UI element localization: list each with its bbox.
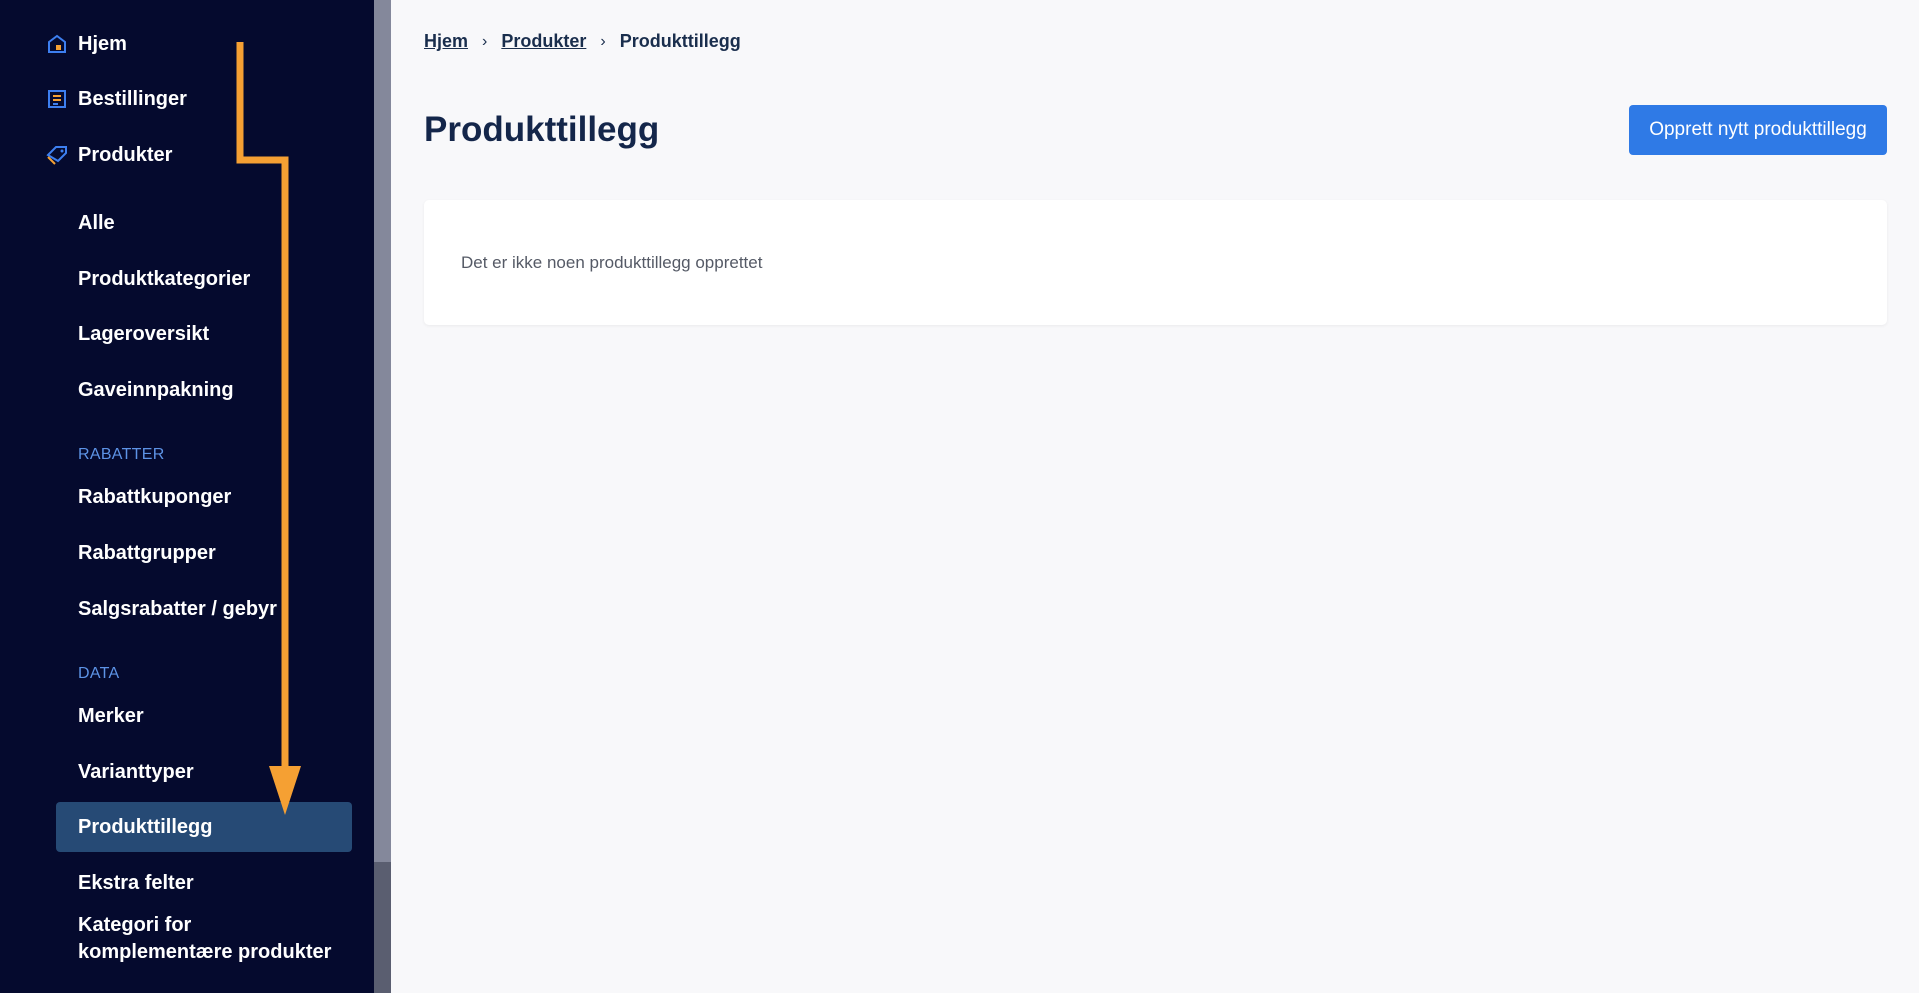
orders-icon [46,88,68,110]
nav-sub-discount-groups[interactable]: Rabattgrupper [56,528,352,578]
nav-sub-gift-wrapping[interactable]: Gaveinnpakning [56,365,352,415]
nav-item-products[interactable]: Produkter [46,140,172,170]
home-icon [46,33,68,55]
section-label-discounts: RABATTER [78,446,165,463]
chevron-right-icon: › [600,32,606,50]
nav-sub-complementary-line2: komplementære produkter [78,941,332,963]
nav-sub-coupons[interactable]: Rabattkuponger [56,472,352,522]
nav-sub-variant-types[interactable]: Varianttyper [56,747,352,797]
sidebar-scrollbar-thumb[interactable] [374,0,391,862]
nav-sub-inventory[interactable]: Lageroversikt [56,309,352,359]
tag-icon [46,144,68,166]
breadcrumb-home-link[interactable]: Hjem [424,31,468,52]
nav-sub-brands[interactable]: Merker [56,691,352,741]
empty-state-message: Det er ikke noen produkttillegg opprette… [461,253,763,272]
nav-sub-all[interactable]: Alle [56,198,352,248]
nav-sub-complementary-categories[interactable]: Kategori for komplementære produkter [78,912,331,966]
page-title: Produkttillegg [424,110,660,149]
chevron-right-icon: › [482,32,488,50]
create-addon-button[interactable]: Opprett nytt produkttillegg [1629,105,1887,155]
breadcrumb: Hjem › Produkter › Produkttillegg [424,31,741,52]
nav-sub-complementary-line1: Kategori for [78,914,192,936]
nav-item-products-label: Produkter [78,143,173,166]
nav-sub-extra-fields[interactable]: Ekstra felter [56,858,352,908]
breadcrumb-current: Produkttillegg [619,31,741,51]
nav-item-home-label: Hjem [78,32,127,55]
empty-state-card: Det er ikke noen produkttillegg opprette… [424,200,1887,325]
nav-sub-sales-discounts[interactable]: Salgsrabatter / gebyr [56,584,352,634]
section-label-data: DATA [78,665,120,682]
breadcrumb-products-link[interactable]: Produkter [501,31,586,52]
nav-sub-product-categories[interactable]: Produktkategorier [56,254,352,304]
nav-item-orders[interactable]: Bestillinger [46,84,187,114]
nav-item-orders-label: Bestillinger [78,87,187,110]
nav-item-home[interactable]: Hjem [46,29,127,59]
nav-sub-product-addons[interactable]: Produkttillegg [56,802,352,852]
